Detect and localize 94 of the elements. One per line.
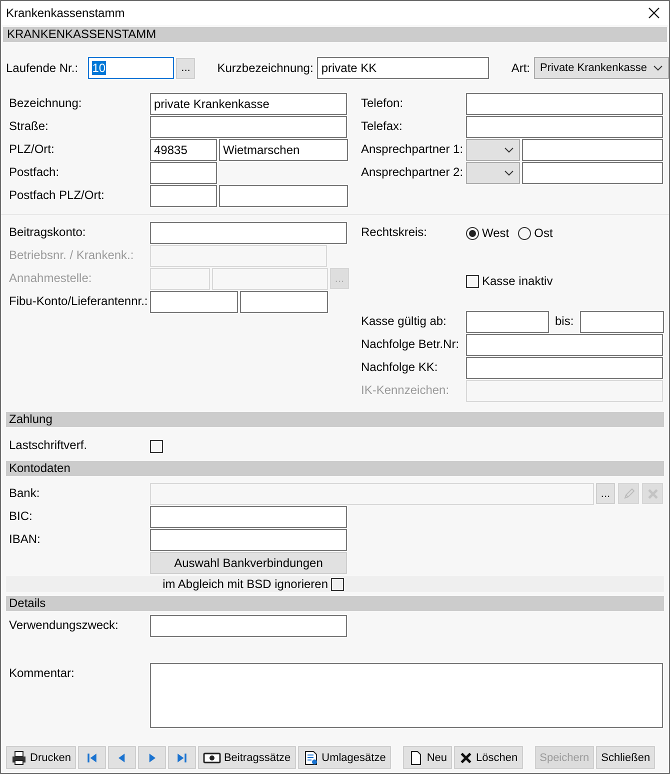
text-field[interactable]: Wietmarschen: [219, 139, 348, 161]
field-label: IK-Kennzeichen:: [361, 382, 450, 397]
field-label: Bezeichnung:: [9, 95, 83, 110]
text-field[interactable]: private KK: [317, 57, 490, 79]
toolbar-button[interactable]: Löschen: [454, 746, 523, 769]
field-label: Postfach PLZ/Ort:: [9, 187, 106, 202]
checkbox-label: im Abgleich mit BSD ignorieren: [162, 577, 328, 591]
radio-label: West: [482, 226, 510, 240]
text-field[interactable]: [150, 291, 238, 313]
field-label: Nachfolge Betr.Nr:: [361, 336, 460, 351]
date-field[interactable]: [466, 311, 549, 333]
delete-icon: [459, 750, 474, 764]
field-label: Laufende Nr.:: [6, 61, 80, 75]
chevron-down-icon: [504, 170, 514, 176]
field-label: Nachfolge KK:: [361, 359, 439, 374]
field-label: Kommentar:: [9, 665, 76, 680]
close-icon: [648, 7, 660, 19]
section-header: KRANKENKASSENSTAMM: [3, 27, 667, 42]
checkbox-label: Kasse inaktiv: [482, 274, 553, 288]
document-icon: [302, 750, 319, 766]
number-field[interactable]: 10: [88, 57, 174, 79]
section-header: Details: [6, 596, 664, 611]
field-label: Lastschriftverf.: [9, 437, 88, 452]
text-field[interactable]: [150, 615, 347, 637]
chevron-down-icon: [504, 147, 514, 153]
window-title: Krankenkassenstamm: [6, 6, 125, 20]
field-label: Beitragskonto:: [9, 224, 87, 239]
text-field[interactable]: private Krankenkasse: [150, 93, 347, 115]
text-field[interactable]: [240, 291, 328, 313]
browse-button[interactable]: ...: [596, 483, 615, 504]
checkbox[interactable]: [331, 578, 344, 590]
toolbar-button[interactable]: Schließen: [596, 746, 656, 769]
radio-label: Ost: [534, 226, 553, 240]
field-label: IBAN:: [9, 531, 42, 546]
text-field[interactable]: [466, 93, 663, 115]
toolbar-button[interactable]: Umlagesätze: [298, 746, 391, 769]
browse-button[interactable]: ...: [176, 58, 196, 78]
close-button[interactable]: [648, 7, 660, 19]
text-field[interactable]: [522, 139, 663, 161]
bank-field[interactable]: [150, 483, 594, 505]
field-label: Kurzbezeichnung:: [217, 61, 314, 75]
bank-selection-button[interactable]: Auswahl Bankverbindungen: [150, 552, 347, 574]
field-label: Rechtskreis:: [361, 224, 428, 239]
text-field[interactable]: [150, 529, 347, 551]
text-field[interactable]: [150, 185, 217, 207]
text-field[interactable]: [150, 506, 347, 528]
text-field[interactable]: [466, 334, 663, 356]
field-label: BIC:: [9, 508, 34, 523]
text-field[interactable]: [150, 222, 347, 244]
toolbar-button[interactable]: Neu: [402, 746, 452, 769]
date-field[interactable]: [580, 311, 664, 333]
section-header: Zahlung: [6, 412, 664, 427]
text-field[interactable]: [466, 116, 663, 138]
field-label: Ansprechpartner 1:: [361, 141, 464, 156]
field-label: PLZ/Ort:: [9, 141, 56, 156]
checkbox[interactable]: [466, 274, 479, 288]
toolbar-button[interactable]: Beitragssätze: [198, 746, 296, 769]
field-label: Annahmestelle:: [9, 270, 93, 285]
text-field[interactable]: [150, 162, 217, 184]
field-label: Telefon:: [361, 95, 404, 110]
field-label: Kasse gültig ab:: [361, 313, 448, 328]
field-label: Fibu-Konto/Lieferantennr.:: [9, 293, 149, 308]
navigation-button[interactable]: [108, 746, 136, 769]
dropdown[interactable]: Private Krankenkasse: [534, 57, 669, 79]
radio-button[interactable]: [518, 226, 532, 240]
field-label: Art:: [511, 61, 530, 75]
checkbox[interactable]: [150, 440, 163, 453]
close-icon: [646, 486, 660, 500]
radio-button[interactable]: [466, 226, 479, 240]
field-label: Betriebsnr. / Krankenk.:: [9, 247, 135, 262]
pencil-icon: [622, 486, 636, 500]
last-record-icon: [174, 750, 189, 764]
field-label: Ansprechpartner 2:: [361, 164, 464, 179]
text-field[interactable]: [219, 185, 348, 207]
navigation-button[interactable]: [78, 746, 106, 769]
comment-field[interactable]: [150, 663, 663, 728]
printer-icon: [11, 750, 27, 766]
navigation-button[interactable]: [138, 746, 166, 769]
field-label: Telefax:: [361, 118, 404, 133]
field-label: Verwendungszweck:: [9, 617, 120, 632]
field-label: Postfach:: [9, 164, 60, 179]
chevron-down-icon: [653, 65, 663, 71]
toolbar-button[interactable]: Drucken: [6, 746, 76, 769]
text-field[interactable]: [466, 357, 663, 379]
banknote-icon: [202, 752, 221, 764]
text-field[interactable]: [522, 162, 663, 184]
field-label: bis:: [555, 314, 574, 328]
text-field[interactable]: 49835: [150, 139, 217, 161]
section-header: Kontodaten: [6, 461, 664, 476]
text-field[interactable]: [150, 116, 347, 138]
field-label: Straße:: [9, 118, 50, 133]
navigation-button[interactable]: [168, 746, 196, 769]
first-record-icon: [84, 750, 99, 764]
field-label: Bank:: [9, 485, 41, 500]
